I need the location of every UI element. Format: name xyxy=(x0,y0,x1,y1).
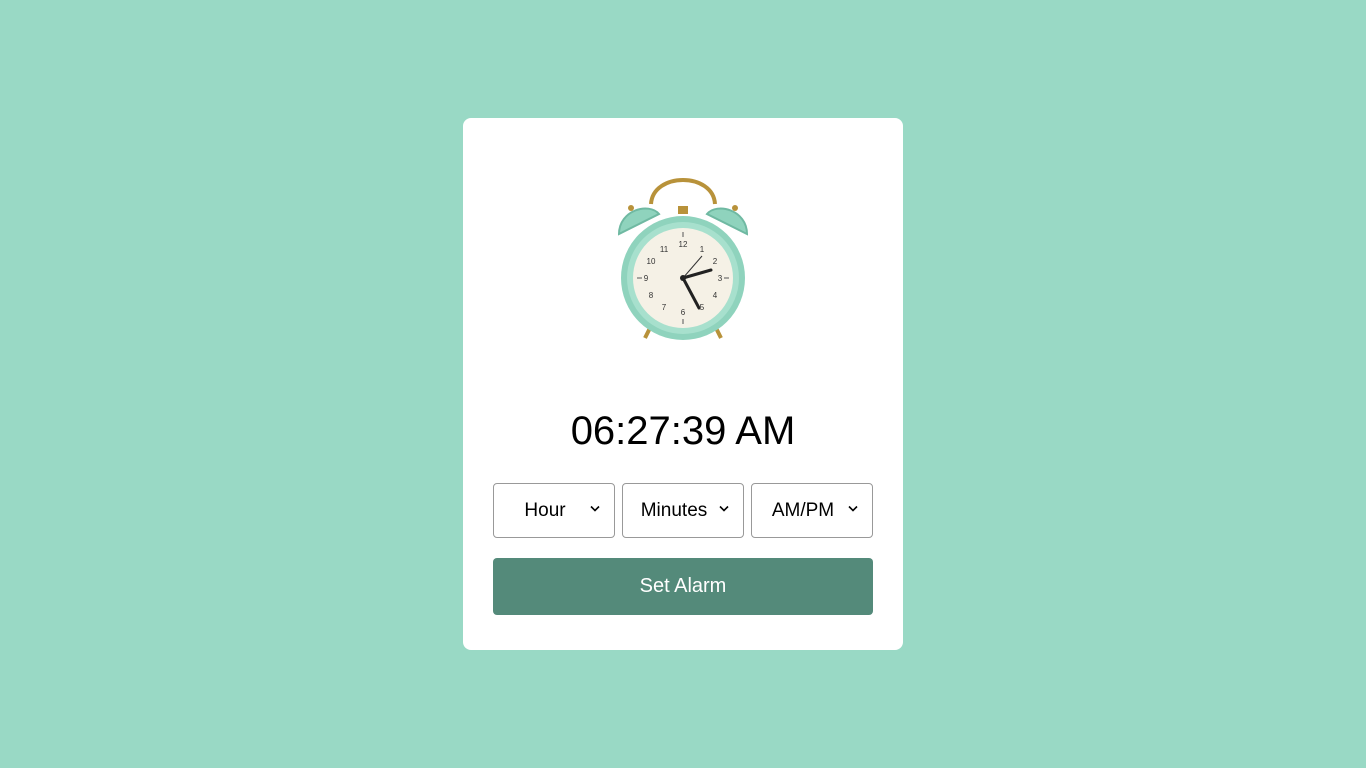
svg-text:4: 4 xyxy=(713,291,718,300)
svg-text:1: 1 xyxy=(700,245,705,254)
svg-text:7: 7 xyxy=(662,303,667,312)
alarm-clock-icon: 12 1 2 3 4 5 6 7 8 9 10 11 xyxy=(617,178,749,340)
ampm-select[interactable]: AM/PM xyxy=(751,483,873,538)
svg-text:5: 5 xyxy=(700,303,705,312)
svg-text:9: 9 xyxy=(644,274,649,283)
minutes-select[interactable]: Minutes xyxy=(622,483,744,538)
alarm-card: 12 1 2 3 4 5 6 7 8 9 10 11 06:27:39 AM H… xyxy=(463,118,903,650)
ampm-select-label: AM/PM xyxy=(771,500,835,521)
hour-select[interactable]: Hour xyxy=(493,483,615,538)
chevron-down-icon xyxy=(590,505,600,512)
alarm-select-group: Hour Minutes AM/PM xyxy=(493,483,873,538)
set-alarm-button[interactable]: Set Alarm xyxy=(493,558,873,615)
svg-text:8: 8 xyxy=(649,291,654,300)
svg-text:10: 10 xyxy=(647,257,656,266)
svg-text:12: 12 xyxy=(679,240,688,249)
svg-text:3: 3 xyxy=(718,274,723,283)
svg-text:2: 2 xyxy=(713,257,718,266)
current-time: 06:27:39 AM xyxy=(570,409,796,453)
chevron-down-icon xyxy=(848,505,858,512)
chevron-down-icon xyxy=(719,505,729,512)
hour-select-label: Hour xyxy=(524,500,566,521)
minutes-select-label: Minutes xyxy=(640,500,708,521)
svg-text:11: 11 xyxy=(660,245,669,254)
svg-text:6: 6 xyxy=(681,308,686,317)
